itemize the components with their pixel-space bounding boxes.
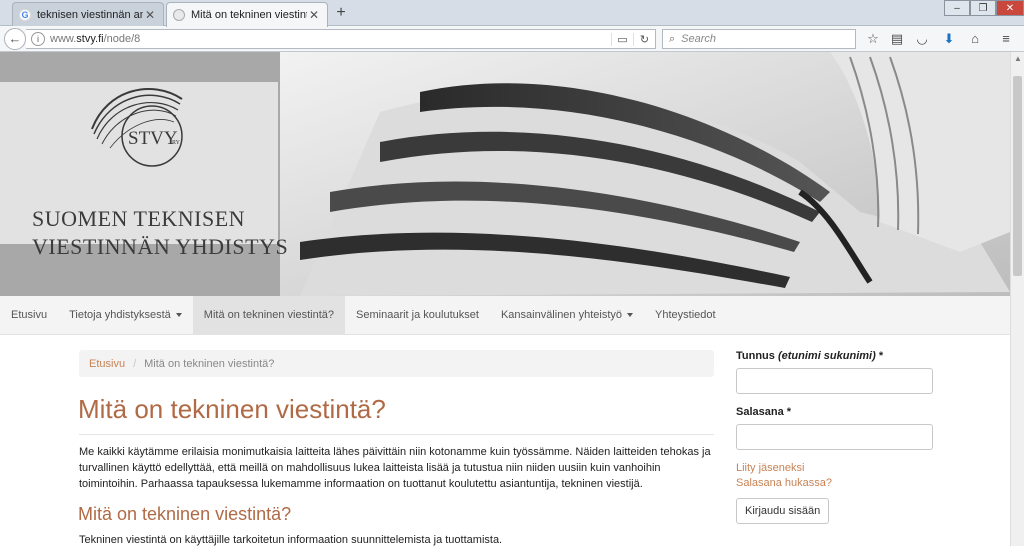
url-text[interactable]: www.stvy.fi/node/8 [50, 33, 611, 45]
login-button[interactable]: Kirjaudu sisään [736, 498, 830, 524]
breadcrumb-home-link[interactable]: Etusivu [89, 358, 125, 370]
reader-view-icon[interactable]: ▭ [611, 32, 633, 46]
restore-icon[interactable]: ❐ [970, 0, 996, 16]
browser-tab-bar: G teknisen viestinnän ammat... ✕ Mitä on… [0, 0, 1024, 27]
page-icon [173, 9, 185, 21]
home-icon[interactable]: ⌂ [966, 30, 984, 48]
caret-down-icon [175, 313, 182, 318]
nav-item-etusivu[interactable]: Etusivu [0, 296, 58, 335]
scroll-up-icon[interactable]: ▲ [1011, 52, 1024, 66]
google-icon: G [19, 8, 31, 21]
section-paragraph: Tekninen viestintä on käyttäjille tarkoi… [79, 534, 503, 546]
breadcrumb: Etusivu / Mitä on tekninen viestintä? [79, 350, 714, 377]
site-name-line-1: SUOMEN TEKNISEN [32, 206, 246, 231]
page-title: Mitä on tekninen viestintä? [78, 394, 386, 424]
main-navigation: Etusivu Tietoja yhdistyksestä Mitä on te… [0, 296, 1010, 335]
intro-paragraph: Me kaikki käytämme erilaisia monimutkais… [79, 446, 711, 490]
breadcrumb-current: Mitä on tekninen viestintä? [144, 357, 275, 370]
address-bar[interactable]: i www.stvy.fi/node/8 ▭ ↻ [26, 29, 656, 49]
close-tab-icon[interactable]: ✕ [307, 8, 321, 22]
password-label: Salasana * [736, 406, 792, 418]
search-input[interactable]: ⌕ Search [662, 29, 856, 49]
hero-banner: STVY RY SUOMEN TEKNISEN VIESTINNÄN YHDIS… [0, 52, 1010, 296]
reading-list-icon[interactable]: ▤ [888, 30, 906, 48]
pocket-icon[interactable]: ◡ [913, 30, 931, 48]
info-icon[interactable]: i [31, 32, 45, 46]
close-window-icon[interactable]: ✕ [996, 0, 1024, 16]
site-name-line-2: VIESTINNÄN YHDISTYS [32, 234, 289, 259]
caret-down-icon [627, 313, 634, 318]
password-field[interactable] [736, 424, 933, 450]
nav-item-yhteystiedot[interactable]: Yhteystiedot [644, 296, 727, 335]
page-scrollbar[interactable]: ▲ [1010, 52, 1024, 546]
username-label: Tunnus (etunimi sukunimi) * [736, 350, 884, 362]
breadcrumb-separator: / [133, 357, 137, 370]
close-tab-icon[interactable]: ✕ [143, 8, 157, 22]
download-icon[interactable]: ⬇ [940, 30, 958, 48]
site-logo-box[interactable]: STVY RY SUOMEN TEKNISEN VIESTINNÄN YHDIS… [0, 82, 288, 259]
nav-item-tekninen-viestinta[interactable]: Mitä on tekninen viestintä? [192, 296, 346, 335]
browser-tab-active[interactable]: Mitä on tekninen viestintä?... ✕ [166, 2, 328, 27]
logo-suffix: RY [172, 140, 181, 146]
section-heading: Mitä on tekninen viestintä? [78, 504, 292, 524]
search-placeholder: Search [681, 33, 717, 45]
nav-item-tietoja[interactable]: Tietoja yhdistyksestä [58, 296, 193, 335]
join-link[interactable]: Liity jäseneksi [736, 462, 804, 474]
logo-text: STVY [128, 128, 178, 149]
tab-title: Mitä on tekninen viestintä?... [191, 9, 307, 21]
menu-icon[interactable]: ≡ [997, 30, 1015, 48]
minimize-icon[interactable]: – [944, 0, 970, 16]
search-icon: ⌕ [669, 32, 676, 45]
bookmark-star-icon[interactable]: ☆ [864, 30, 882, 48]
forgot-password-link[interactable]: Salasana hukassa? [736, 477, 832, 489]
stvy-logo-icon: STVY RY [91, 88, 183, 167]
title-divider [79, 434, 714, 435]
web-page: STVY RY SUOMEN TEKNISEN VIESTINNÄN YHDIS… [0, 52, 1010, 546]
nav-item-seminaarit[interactable]: Seminaarit ja koulutukset [345, 296, 490, 335]
new-tab-button[interactable]: + [332, 4, 350, 22]
browser-tab[interactable]: G teknisen viestinnän ammat... ✕ [12, 2, 164, 26]
username-field[interactable] [736, 368, 933, 394]
nav-item-kansainvalinen[interactable]: Kansainvälinen yhteistyö [490, 296, 644, 335]
window-controls: – ❐ ✕ [944, 0, 1024, 16]
reload-icon[interactable]: ↻ [633, 32, 655, 46]
scrollbar-thumb[interactable] [1013, 76, 1022, 276]
browser-nav-bar: ← i www.stvy.fi/node/8 ▭ ↻ ⌕ Search ☆ ▤ … [0, 26, 1024, 52]
tab-title: teknisen viestinnän ammat... [37, 8, 143, 21]
back-button[interactable]: ← [4, 28, 26, 50]
